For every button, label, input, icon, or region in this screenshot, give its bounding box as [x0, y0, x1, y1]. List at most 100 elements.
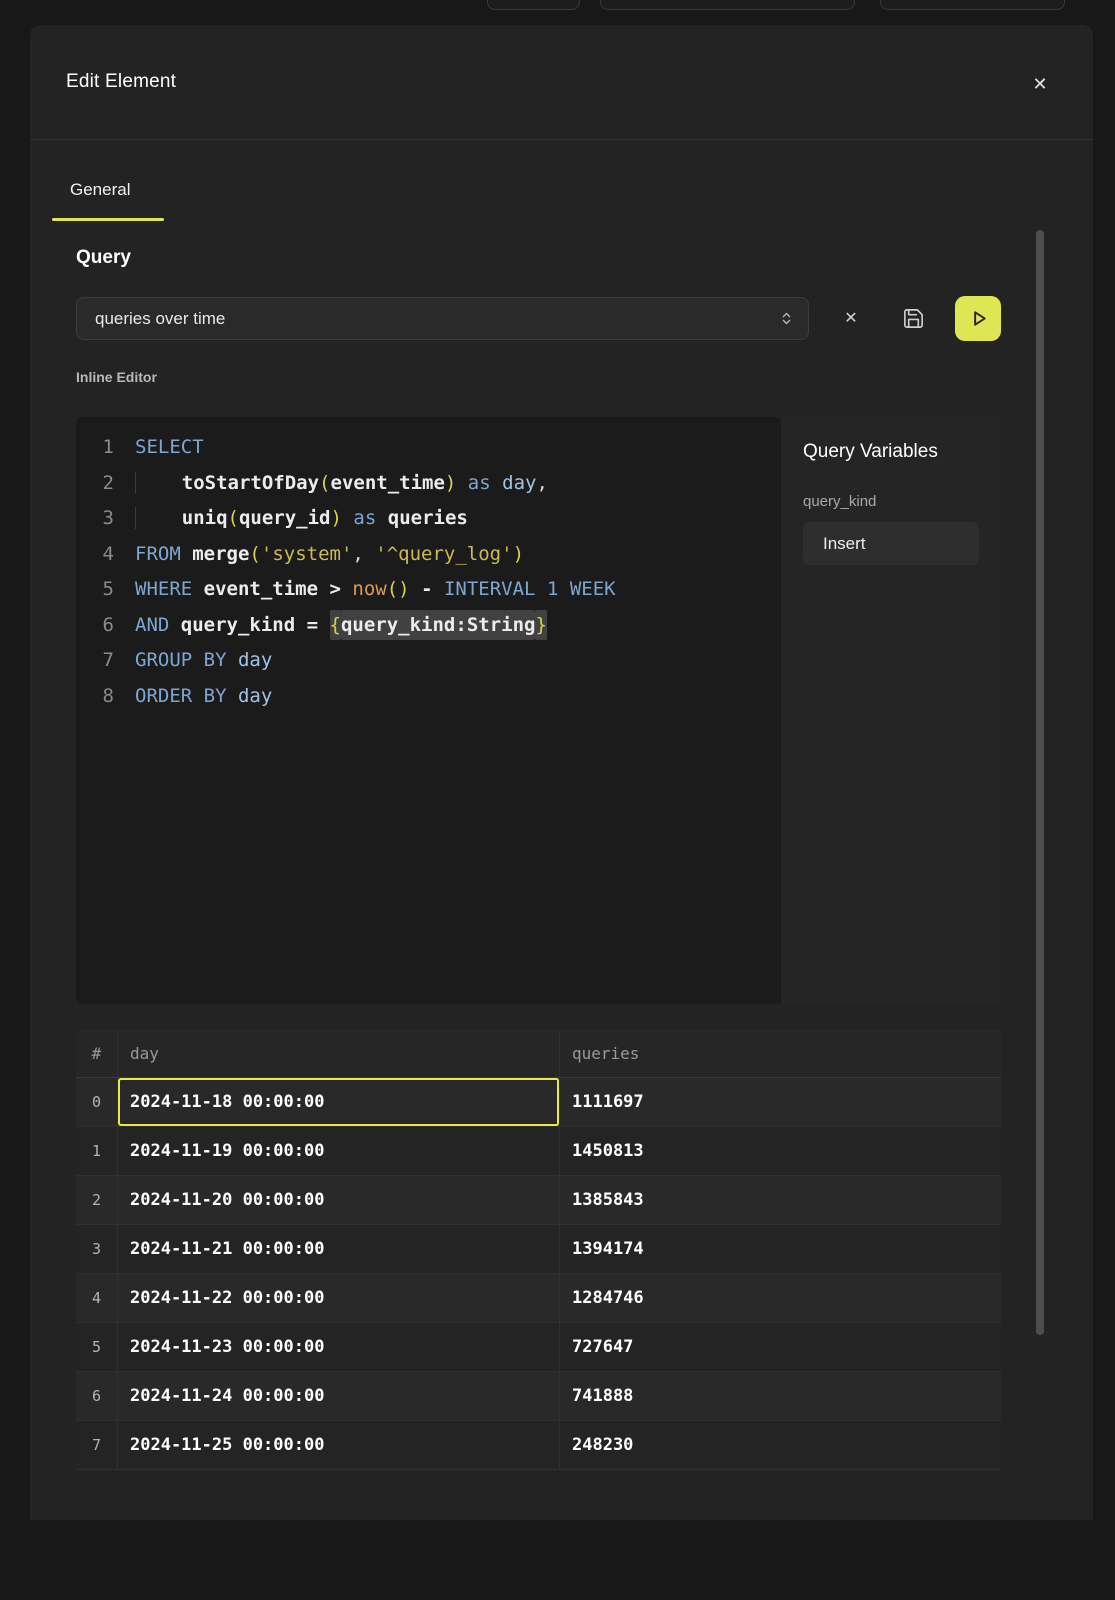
code-token [410, 578, 421, 600]
code-token: WEEK [570, 578, 616, 600]
day-cell[interactable]: 2024-11-21 00:00:00 [118, 1225, 560, 1273]
modal-header: Edit Element ✕ [30, 25, 1093, 140]
code-token: now [352, 578, 386, 600]
queries-cell[interactable]: 1284746 [560, 1274, 1001, 1322]
column-header-index: # [76, 1030, 118, 1077]
code-token [318, 578, 329, 600]
code-token: merge [192, 543, 249, 565]
query-variables-panel: Query Variables query_kind Insert [781, 417, 1001, 1004]
save-query-button[interactable] [895, 300, 931, 336]
results-table-body: 02024-11-18 00:00:00111169712024-11-19 0… [76, 1078, 1001, 1470]
table-row: 52024-11-23 00:00:00727647 [76, 1323, 1001, 1372]
sql-editor[interactable]: 1SELECT2 toStartOfDay(event_time) as day… [76, 417, 781, 1004]
code-token [169, 614, 180, 636]
insert-variable-button[interactable]: Insert [803, 522, 979, 565]
code-line[interactable]: 5WHERE event_time > now() - INTERVAL 1 W… [76, 572, 781, 608]
queries-cell[interactable]: 1385843 [560, 1176, 1001, 1224]
chevron-up-down-icon [779, 311, 794, 326]
code-line[interactable]: 2 toStartOfDay(event_time) as day, [76, 466, 781, 502]
day-cell[interactable]: 2024-11-20 00:00:00 [118, 1176, 560, 1224]
code-text: WHERE event_time > now() - INTERVAL 1 WE… [114, 572, 616, 608]
day-cell[interactable]: 2024-11-25 00:00:00 [118, 1421, 560, 1469]
column-header-day: day [118, 1030, 560, 1077]
queries-cell[interactable]: 1394174 [560, 1225, 1001, 1273]
code-token [433, 578, 444, 600]
day-cell[interactable]: 2024-11-22 00:00:00 [118, 1274, 560, 1322]
day-cell[interactable]: 2024-11-23 00:00:00 [118, 1323, 560, 1371]
code-token: () [387, 578, 410, 600]
line-number: 7 [76, 643, 114, 679]
table-row: 32024-11-21 00:00:001394174 [76, 1225, 1001, 1274]
line-number: 6 [76, 608, 114, 644]
query-select-value: queries over time [95, 309, 779, 329]
row-index-cell: 1 [76, 1127, 118, 1175]
code-token [227, 685, 238, 707]
line-number: 1 [76, 430, 114, 466]
code-token: toStartOfDay [182, 472, 319, 494]
query-section-heading: Query [76, 247, 131, 269]
code-token: uniq [182, 507, 228, 529]
table-row: 22024-11-20 00:00:001385843 [76, 1176, 1001, 1225]
table-row: 62024-11-24 00:00:00741888 [76, 1372, 1001, 1421]
code-token [227, 649, 238, 671]
code-text: SELECT [114, 430, 204, 466]
background-ui-fragment [880, 0, 1065, 10]
background-ui-fragment [487, 0, 580, 10]
code-token: day [238, 685, 272, 707]
code-line[interactable]: 4FROM merge('system', '^query_log') [76, 537, 781, 573]
code-line[interactable]: 3 uniq(query_id) as queries [76, 501, 781, 537]
code-token: ) [331, 507, 342, 529]
tab-general[interactable]: General [70, 180, 130, 200]
row-index-cell: 0 [76, 1078, 118, 1126]
tab-active-underline [52, 218, 164, 221]
code-token: event_time [204, 578, 318, 600]
day-cell[interactable]: 2024-11-24 00:00:00 [118, 1372, 560, 1420]
day-cell[interactable]: 2024-11-19 00:00:00 [118, 1127, 560, 1175]
queries-cell[interactable]: 741888 [560, 1372, 1001, 1420]
code-token: INTERVAL [444, 578, 536, 600]
row-index-cell: 7 [76, 1421, 118, 1469]
row-index-cell: 2 [76, 1176, 118, 1224]
code-token: day [238, 649, 272, 671]
line-number: 3 [76, 501, 114, 537]
code-lines: 1SELECT2 toStartOfDay(event_time) as day… [76, 430, 781, 714]
code-token: query_id [239, 507, 331, 529]
code-line[interactable]: 8ORDER BY day [76, 679, 781, 715]
queries-cell[interactable]: 727647 [560, 1323, 1001, 1371]
code-token: , [352, 543, 375, 565]
close-icon[interactable]: ✕ [1025, 69, 1055, 99]
code-token: } [535, 610, 546, 640]
results-table-header: # day queries [76, 1030, 1001, 1078]
code-line[interactable]: 6AND query_kind = {query_kind:String} [76, 608, 781, 644]
query-select[interactable]: queries over time [76, 297, 809, 340]
code-line[interactable]: 7GROUP BY day [76, 643, 781, 679]
modal-scrollbar[interactable] [1036, 230, 1044, 1335]
row-index-cell: 5 [76, 1323, 118, 1371]
code-token: day [502, 472, 536, 494]
code-token [295, 614, 306, 636]
queries-cell[interactable]: 1111697 [560, 1078, 1001, 1126]
code-text: toStartOfDay(event_time) as day, [114, 466, 548, 502]
queries-cell[interactable]: 248230 [560, 1421, 1001, 1469]
results-table: # day queries 02024-11-18 00:00:00111169… [76, 1030, 1001, 1470]
page-background: Edit Element ✕ General Query queries ove… [0, 0, 1115, 1600]
column-header-queries: queries [560, 1030, 1001, 1077]
code-token: query_kind [181, 614, 295, 636]
clear-query-button[interactable]: ✕ [836, 303, 866, 333]
code-token: ( [228, 507, 239, 529]
table-row: 02024-11-18 00:00:001111697 [76, 1078, 1001, 1127]
code-token: event_time [331, 472, 445, 494]
code-token [558, 578, 569, 600]
run-query-button[interactable] [955, 296, 1001, 341]
row-index-cell: 3 [76, 1225, 118, 1273]
code-text: FROM merge('system', '^query_log') [114, 537, 524, 573]
play-icon [967, 307, 990, 330]
code-token: - [421, 578, 432, 600]
day-cell[interactable]: 2024-11-18 00:00:00 [118, 1078, 560, 1126]
code-token: query_kind:String [341, 610, 535, 640]
line-number: 5 [76, 572, 114, 608]
code-token [536, 578, 547, 600]
code-token: 'system' [261, 543, 353, 565]
queries-cell[interactable]: 1450813 [560, 1127, 1001, 1175]
code-line[interactable]: 1SELECT [76, 430, 781, 466]
